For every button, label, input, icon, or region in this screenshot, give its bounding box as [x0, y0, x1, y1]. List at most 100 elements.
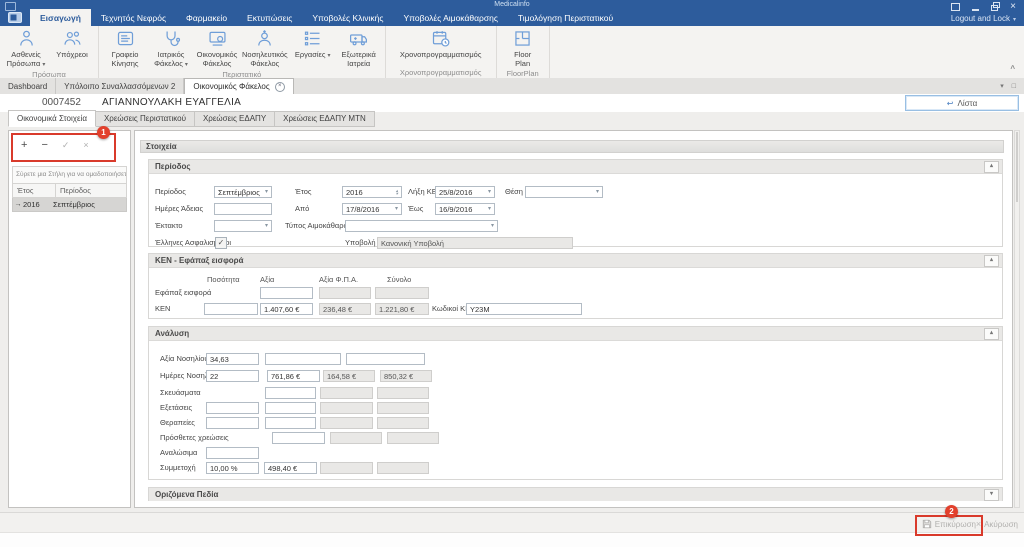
apo-datepicker[interactable]: 17/8/2016▾ — [342, 203, 402, 215]
efapax-fpa-field — [319, 287, 371, 299]
ribbon-tab-ektyposeis[interactable]: Εκτυπώσεις — [237, 9, 302, 26]
annotation-badge-2: 2 — [945, 505, 958, 518]
ribbon-tab-texnitos-nefros[interactable]: Τεχνητός Νεφρός — [91, 9, 176, 26]
list-button[interactable]: ↩ Λίστα — [905, 95, 1019, 111]
imeres-nosileias-input[interactable]: 22 — [206, 370, 259, 382]
fullscreen-icon[interactable] — [951, 3, 960, 11]
patient-code: 0007452 — [42, 97, 81, 108]
imeres-nosileias-axia-input[interactable]: 761,86 € — [267, 370, 320, 382]
ribbon: Ασθενείς Πρόσωπα▾ Υπόχρεοι Πρόσωπα — [0, 26, 1024, 79]
scrollbar-thumb[interactable] — [1016, 132, 1018, 202]
chevron-down-icon: ▾ — [486, 206, 491, 212]
chevron-down-icon: ▾ — [486, 189, 491, 195]
eksetaseis-fpa-field — [320, 402, 373, 414]
column-header: Ποσότητα — [207, 275, 240, 285]
sub-tab-strip: Οικονομικά Στοιχεία Χρεώσεις Περιστατικο… — [8, 112, 375, 127]
ektakto-combo[interactable]: ▾ — [214, 220, 272, 232]
ribbon-tab-ypovoles-aimokatharsis[interactable]: Υποβολές Αιμοκάθαρσης — [394, 9, 508, 26]
close-icon[interactable]: × — [1010, 3, 1016, 11]
ken-posotita-input[interactable] — [204, 303, 258, 315]
doc-tab-oikonomikos-fakelos[interactable]: Οικονομικός Φάκελος × — [184, 78, 293, 94]
typos-aimokatharsis-combo[interactable]: ▾ — [345, 220, 498, 232]
skeyasmata-axia-input[interactable] — [265, 387, 316, 399]
imeres-adeias-input[interactable] — [214, 203, 272, 215]
tab-xreoseis-edapy-mtn[interactable]: Χρεώσεις ΕΔΑΠΥ ΜΤΝ — [275, 111, 375, 127]
annotation-badge-1: 1 — [97, 126, 110, 139]
group-title: Ανάλυση — [155, 329, 189, 338]
thesi-combo[interactable]: ▾ — [525, 186, 603, 198]
efapax-axia-input[interactable] — [260, 287, 313, 299]
close-tab-icon[interactable]: × — [275, 82, 285, 92]
doc-tab-ypolipo[interactable]: Υπόλοιπο Συναλλασσόμενων 2 — [56, 78, 184, 94]
restore-icon[interactable] — [991, 5, 998, 11]
analosima-input[interactable] — [206, 447, 259, 459]
patient-icon — [16, 28, 37, 49]
admission-office-button[interactable]: Γραφείο Κίνησης — [102, 26, 148, 68]
collapse-section-icon[interactable]: ▴ — [984, 255, 999, 267]
chevron-down-icon: ▾ — [263, 223, 268, 229]
ribbon-tab-farmakeio[interactable]: Φαρμακείο — [176, 9, 237, 26]
collapse-ribbon-icon[interactable]: ^ — [1010, 64, 1015, 73]
ribbon-tab-timologisi[interactable]: Τιμολόγηση Περιστατικού — [508, 9, 623, 26]
axia-nosiliou-input-3[interactable] — [346, 353, 425, 365]
ellines-asfalismenoi-checkbox[interactable]: ✓ — [215, 237, 227, 249]
axia-nosiliou-input-2[interactable] — [265, 353, 341, 365]
tab-xreoseis-peristatikou[interactable]: Χρεώσεις Περιστατικού — [96, 111, 195, 127]
nursing-record-button[interactable]: Νοσηλευτικός Φάκελος — [240, 26, 290, 68]
field-label: Υποβολή — [345, 237, 376, 249]
spin-arrows-icon: ▴▾ — [396, 189, 398, 196]
title-bar: Medicalinfo × Εισαγωγή Τεχνητός Νεφρός Φ… — [0, 0, 1024, 26]
logout-and-lock-button[interactable]: Logout and Lock▾ — [951, 14, 1016, 23]
etos-spinner[interactable]: 2016▴▾ — [342, 186, 402, 198]
minimize-icon[interactable] — [972, 3, 979, 11]
row-label: Συμμετοχή — [160, 462, 196, 474]
group-title: Περίοδος — [155, 162, 191, 171]
eksetaseis-input[interactable] — [206, 402, 259, 414]
column-header: Αξία Φ.Π.Α. — [319, 275, 358, 285]
periods-list-panel: + − ✓ × Σύρετε μια Στήλη για να ομαδοποι… — [8, 130, 131, 508]
eos-datepicker[interactable]: 16/9/2016▾ — [435, 203, 495, 215]
collapse-section-icon[interactable]: ▴ — [984, 328, 999, 340]
outpatient-clinics-button[interactable]: Εξωτερικά Ιατρεία — [336, 26, 382, 68]
axia-nosiliou-input[interactable]: 34,63 — [206, 353, 259, 365]
scheduling-button[interactable]: Χρονοπρογραμματισμός — [389, 26, 493, 59]
collapse-section-icon[interactable]: ▴ — [984, 161, 999, 173]
medical-record-button[interactable]: Ιατρικός Φάκελος▾ — [148, 26, 194, 69]
therapeies-fpa-field — [320, 417, 373, 429]
patients-persons-button[interactable]: Ασθενείς Πρόσωπα▾ — [3, 26, 49, 69]
tab-xreoseis-edapy[interactable]: Χρεώσεις ΕΔΑΠΥ — [195, 111, 275, 127]
symmetoxi-axia-input[interactable]: 498,40 € — [264, 462, 317, 474]
kodikoi-ken-input[interactable]: Υ23Μ — [466, 303, 582, 315]
field-label: Περίοδος — [155, 186, 186, 198]
ribbon-group-peristatiko: Γραφείο Κίνησης Ιατρικός Φάκελος▾ Οικονο… — [99, 26, 386, 78]
tab-window-icon[interactable]: □ — [1012, 83, 1016, 90]
application-menu-button[interactable] — [0, 9, 30, 26]
doc-tab-dashboard[interactable]: Dashboard — [0, 78, 56, 94]
tasks-button[interactable]: Εργασίες▾ — [290, 26, 336, 60]
expand-section-icon[interactable]: ▾ — [984, 489, 999, 501]
therapeies-input[interactable] — [206, 417, 259, 429]
therapeies-synolo-field — [377, 417, 429, 429]
eksetaseis-axia-input[interactable] — [265, 402, 316, 414]
ribbon-tab-ypovoles-klinikis[interactable]: Υποβολές Κλινικής — [302, 9, 393, 26]
prosthetes-xreoseis-input[interactable] — [272, 432, 325, 444]
cell-period: Σεπτέμβριος — [53, 198, 126, 211]
section-header-stoixeia: Στοιχεία — [140, 140, 1004, 153]
ribbon-group-label: Χρονοπρογραμματισμός — [389, 67, 493, 78]
tab-list-icon[interactable]: ▾ — [1000, 82, 1004, 90]
ken-fpa-field: 236,48 € — [319, 303, 371, 315]
floor-plan-button[interactable]: Floor Plan — [500, 26, 546, 68]
tab-oikonomika-stoixeia[interactable]: Οικονομικά Στοιχεία — [8, 110, 96, 127]
column-header-periodos[interactable]: Περίοδος — [56, 184, 126, 197]
therapeies-axia-input[interactable] — [265, 417, 316, 429]
grid-row-selected[interactable]: → 2016 Σεπτέμβριος — [12, 198, 127, 212]
liksi-ken-datepicker[interactable]: 25/8/2016▾ — [435, 186, 495, 198]
ribbon-tab-eisagogi[interactable]: Εισαγωγή — [30, 9, 91, 26]
symmetoxi-pososto-input[interactable]: 10,00 % — [206, 462, 259, 474]
financial-record-button[interactable]: Οικονομικός Φάκελος — [194, 26, 240, 68]
debtors-button[interactable]: Υπόχρεοι — [49, 26, 95, 59]
column-header-etos[interactable]: Έτος — [13, 184, 56, 197]
ken-axia-input[interactable]: 1.407,60 € — [260, 303, 313, 315]
vertical-scrollbar[interactable] — [1014, 130, 1020, 508]
periodos-combo[interactable]: Σεπτέμβριος▾ — [214, 186, 272, 198]
